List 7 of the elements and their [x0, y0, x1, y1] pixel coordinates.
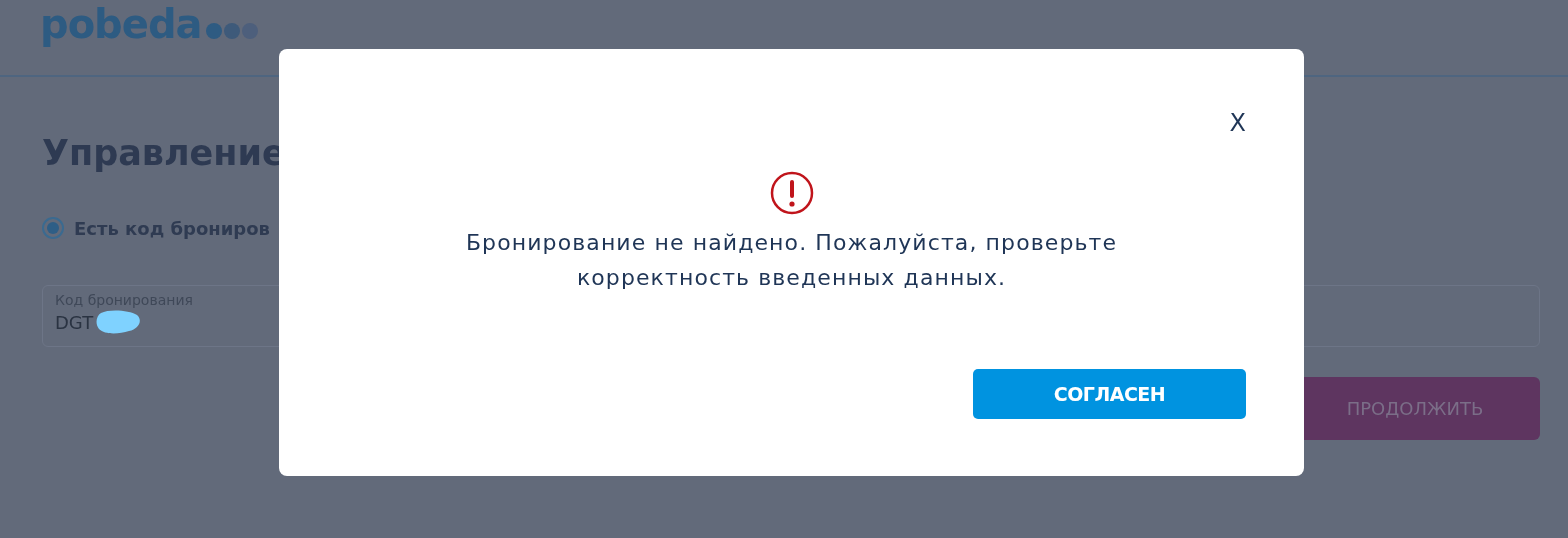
redaction-mark — [95, 309, 142, 335]
agree-button[interactable]: СОГЛАСЕН — [973, 369, 1246, 419]
error-message: Бронирование не найдено. Пожалуйста, проверьте корректность введенных данных. — [464, 229, 1119, 292]
warning-icon — [769, 171, 814, 215]
field-value: DGT — [55, 311, 94, 333]
radio-button[interactable] — [42, 217, 64, 239]
close-button[interactable]: X — [1229, 109, 1246, 137]
